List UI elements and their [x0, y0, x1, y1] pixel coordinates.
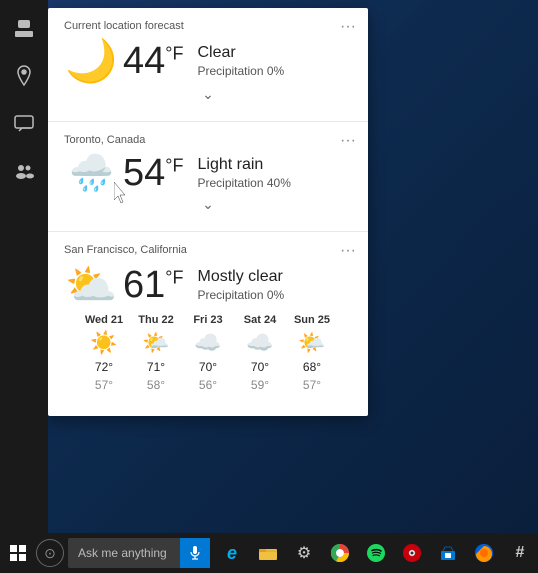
sf-precipitation: Precipitation 0%: [197, 288, 284, 302]
current-location-precipitation: Precipitation 0%: [197, 64, 284, 78]
media-icon[interactable]: [394, 533, 430, 573]
current-location-label: Current location forecast: [64, 20, 352, 32]
sf-label: San Francisco, California: [64, 244, 352, 256]
weather-panel: ··· Current location forecast 🌙 44°F Cle…: [48, 8, 368, 416]
toronto-label: Toronto, Canada: [64, 134, 352, 146]
toronto-more-options-button[interactable]: ···: [340, 132, 356, 150]
forecast-day-thu: Thu 22 🌤️ 71° 58°: [132, 314, 180, 392]
sf-condition: Mostly clear: [197, 268, 284, 286]
current-location-weather: 🌙 44°F Clear Precipitation 0%: [64, 40, 352, 82]
forecast-day-sun: Sun 25 🌤️ 68° 57°: [288, 314, 336, 392]
current-location-section: ··· Current location forecast 🌙 44°F Cle…: [48, 8, 368, 122]
search-bar[interactable]: Ask me anything: [68, 538, 210, 568]
file-explorer-icon[interactable]: [250, 533, 286, 573]
chrome-icon[interactable]: [322, 533, 358, 573]
sidebar-location-icon[interactable]: [4, 56, 44, 96]
forecast-day-wed: Wed 21 ☀️ 72° 57°: [80, 314, 128, 392]
mic-button[interactable]: [180, 538, 210, 568]
current-location-description: Clear Precipitation 0%: [197, 44, 284, 78]
sf-description: Mostly clear Precipitation 0%: [197, 268, 284, 302]
sf-weather-icon: ⛅: [64, 264, 119, 306]
toronto-chevron[interactable]: ⌄: [64, 192, 352, 219]
forecast-day-sat: Sat 24 ☁️ 70° 59°: [236, 314, 284, 392]
desktop: ··· Current location forecast 🌙 44°F Cle…: [0, 0, 538, 573]
toronto-weather-icon: 🌧️: [64, 155, 119, 191]
sidebar-people-icon[interactable]: [4, 152, 44, 192]
current-location-chevron[interactable]: ⌄: [64, 82, 352, 109]
sidebar-chat-icon[interactable]: [4, 104, 44, 144]
more-options-button[interactable]: ···: [340, 18, 356, 36]
sf-more-options-button[interactable]: ···: [340, 242, 356, 260]
toronto-section: ··· Toronto, Canada 🌧️ 54°F Light rain P…: [48, 122, 368, 232]
current-location-weather-icon: 🌙: [64, 40, 119, 82]
hashtag-icon[interactable]: #: [502, 533, 538, 573]
taskbar: ⊙ Ask me anything e ⚙: [0, 533, 538, 573]
settings-icon[interactable]: ⚙: [286, 533, 322, 573]
edge-icon[interactable]: e: [214, 533, 250, 573]
toronto-temperature: 54°F: [123, 154, 183, 192]
toronto-precipitation: Precipitation 40%: [197, 176, 290, 190]
sf-forecast-row: Wed 21 ☀️ 72° 57° Thu 22 🌤️ 71° 58° Fri …: [64, 306, 352, 404]
current-location-condition: Clear: [197, 44, 284, 62]
sidebar-user-icon[interactable]: [4, 8, 44, 48]
sf-temperature: 61°F: [123, 266, 183, 304]
toronto-description: Light rain Precipitation 40%: [197, 156, 290, 190]
toronto-condition: Light rain: [197, 156, 290, 174]
spotify-icon[interactable]: [358, 533, 394, 573]
toronto-weather: 🌧️ 54°F Light rain Precipitation 40%: [64, 154, 352, 192]
cortana-button[interactable]: ⊙: [36, 539, 64, 567]
store-icon[interactable]: [430, 533, 466, 573]
san-francisco-section: ··· San Francisco, California ⛅ 61°F Mos…: [48, 232, 368, 416]
sidebar: [0, 0, 48, 533]
forecast-day-fri: Fri 23 ☁️ 70° 56°: [184, 314, 232, 392]
firefox-icon[interactable]: [466, 533, 502, 573]
start-button[interactable]: [0, 533, 36, 573]
sf-weather: ⛅ 61°F Mostly clear Precipitation 0%: [64, 264, 352, 306]
current-location-temperature: 44°F: [123, 42, 183, 80]
